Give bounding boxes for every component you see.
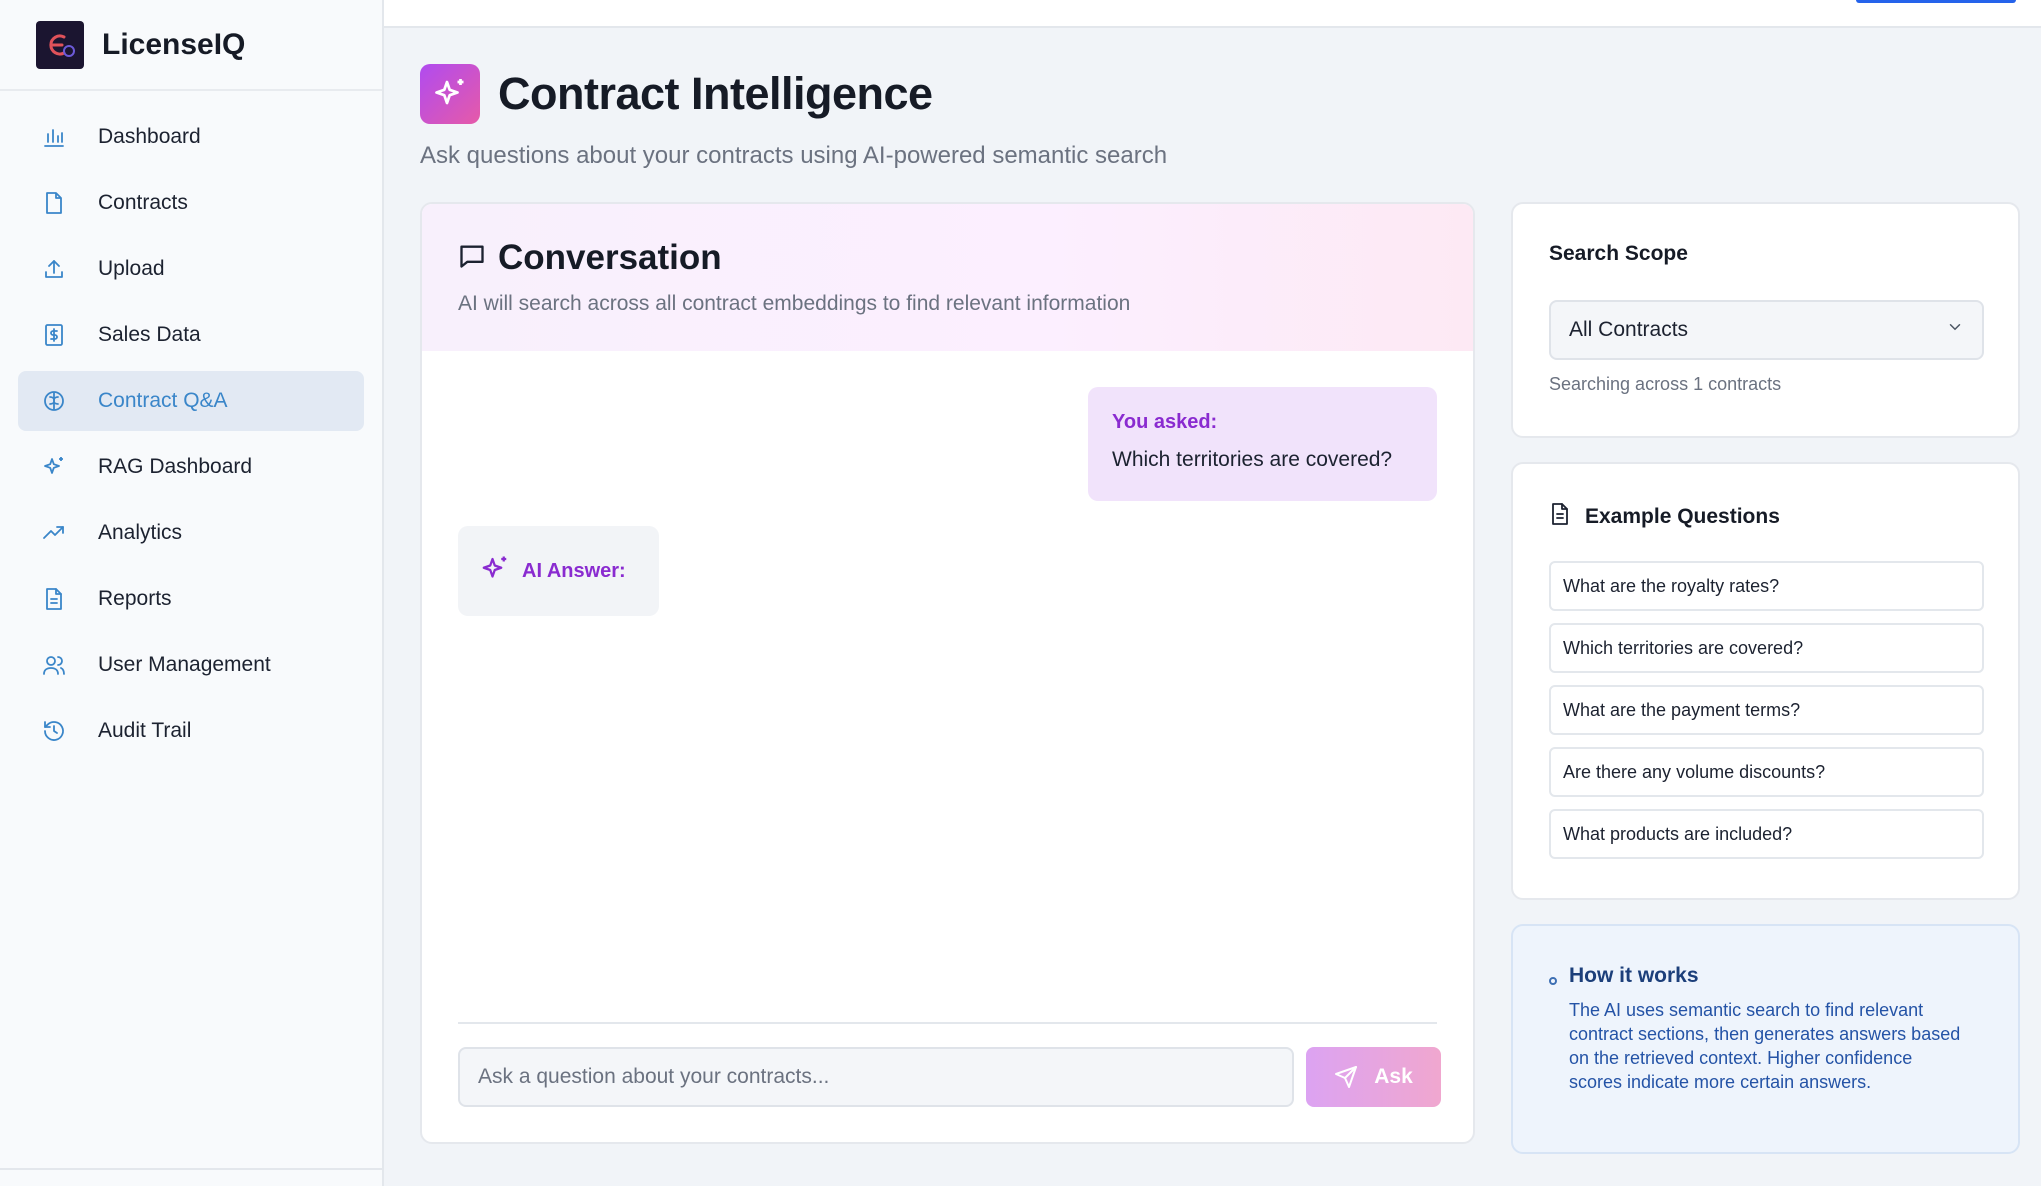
example-questions-title: Example Questions	[1585, 504, 1780, 528]
example-questions-list: What are the royalty rates? Which territ…	[1549, 561, 1984, 859]
search-scope-note: Searching across 1 contracts	[1549, 374, 1782, 394]
history-icon	[40, 717, 68, 745]
licenseiq-logo-icon	[36, 20, 84, 69]
ai-answer-bubble: AI Answer:	[458, 526, 659, 616]
ai-answer-label: AI Answer:	[522, 559, 626, 582]
sidebar-item-contracts[interactable]: Contracts	[18, 173, 364, 233]
sparkles-icon	[420, 64, 480, 124]
trending-up-icon	[40, 519, 68, 547]
sidebar-item-label: Contracts	[98, 191, 188, 214]
sidebar-item-dashboard[interactable]: Dashboard	[18, 107, 364, 167]
message-square-icon	[458, 242, 486, 275]
sparkles-icon	[40, 453, 68, 481]
file-text-icon	[1549, 502, 1571, 531]
top-bar-button[interactable]	[1856, 0, 2016, 3]
sidebar-nav: Dashboard Contracts Upload Sales Data Co…	[0, 91, 382, 761]
example-question-button[interactable]: What are the royalty rates?	[1549, 561, 1984, 611]
file-text-icon	[40, 585, 68, 613]
sidebar-item-upload[interactable]: Upload	[18, 239, 364, 299]
brand-name: LicenseIQ	[102, 27, 246, 61]
ask-button[interactable]: Ask	[1306, 1047, 1441, 1107]
user-message-bubble: You asked: Which territories are covered…	[1088, 387, 1437, 501]
how-it-works-text: The AI uses semantic search to find rele…	[1569, 1000, 1961, 1092]
conversation-title: Conversation	[498, 238, 722, 277]
sidebar-item-contract-qa[interactable]: Contract Q&A	[18, 371, 364, 431]
contract-scope-value: All Contracts	[1569, 318, 1689, 341]
sparkles-icon	[480, 554, 510, 589]
contract-scope-select[interactable]: All Contracts	[1549, 300, 1984, 360]
sidebar-item-label: Contract Q&A	[98, 389, 228, 412]
sidebar-item-label: Dashboard	[98, 125, 201, 148]
how-it-works-card: How it works The AI uses semantic search…	[1511, 924, 2020, 1154]
search-scope-title: Search Scope	[1549, 242, 1688, 265]
conversation-panel: Conversation AI will search across all c…	[420, 202, 1475, 1144]
brain-icon	[40, 387, 68, 415]
dollar-receipt-icon	[40, 321, 68, 349]
sidebar-item-label: Sales Data	[98, 323, 201, 346]
sidebar-footer-divider	[0, 1168, 382, 1170]
info-dot-icon	[1549, 977, 1557, 985]
upload-icon	[40, 255, 68, 283]
bar-chart-icon	[40, 123, 68, 151]
user-message-text: Which territories are covered?	[1112, 448, 1393, 471]
sidebar: LicenseIQ Dashboard Contracts Upload Sal…	[0, 0, 384, 1186]
sidebar-item-audit-trail[interactable]: Audit Trail	[18, 701, 364, 761]
example-question-button[interactable]: What products are included?	[1549, 809, 1984, 859]
search-scope-card: Search Scope All Contracts Searching acr…	[1511, 202, 2020, 438]
example-question-button[interactable]: What are the payment terms?	[1549, 685, 1984, 735]
example-question-button[interactable]: Which territories are covered?	[1549, 623, 1984, 673]
chevron-down-icon	[1946, 318, 1964, 342]
sidebar-item-label: RAG Dashboard	[98, 455, 253, 478]
send-icon	[1334, 1065, 1358, 1089]
example-questions-card: Example Questions What are the royalty r…	[1511, 462, 2020, 900]
sidebar-item-label: User Management	[98, 653, 271, 676]
divider	[458, 1022, 1437, 1024]
conversation-header: Conversation AI will search across all c…	[422, 204, 1473, 351]
sidebar-item-sales-data[interactable]: Sales Data	[18, 305, 364, 365]
how-it-works-title: How it works	[1569, 964, 1699, 987]
sidebar-item-reports[interactable]: Reports	[18, 569, 364, 629]
top-bar	[384, 0, 2041, 28]
sidebar-item-label: Reports	[98, 587, 172, 610]
page-subtitle: Ask questions about your contracts using…	[420, 142, 1168, 169]
file-icon	[40, 189, 68, 217]
page-header: Contract Intelligence Ask questions abou…	[420, 64, 1167, 170]
sidebar-item-label: Audit Trail	[98, 719, 192, 742]
conversation-subtitle: AI will search across all contract embed…	[458, 292, 1131, 315]
example-question-button[interactable]: Are there any volume discounts?	[1549, 747, 1984, 797]
users-icon	[40, 651, 68, 679]
sidebar-item-label: Analytics	[98, 521, 183, 544]
ask-button-label: Ask	[1374, 1065, 1413, 1088]
sidebar-item-rag-dashboard[interactable]: RAG Dashboard	[18, 437, 364, 497]
question-input[interactable]	[458, 1047, 1294, 1107]
user-message-label: You asked:	[1112, 411, 1218, 433]
sidebar-item-label: Upload	[98, 257, 165, 280]
sidebar-item-analytics[interactable]: Analytics	[18, 503, 364, 563]
brand[interactable]: LicenseIQ	[0, 0, 382, 91]
sidebar-item-user-management[interactable]: User Management	[18, 635, 364, 695]
page-title: Contract Intelligence	[498, 68, 933, 119]
